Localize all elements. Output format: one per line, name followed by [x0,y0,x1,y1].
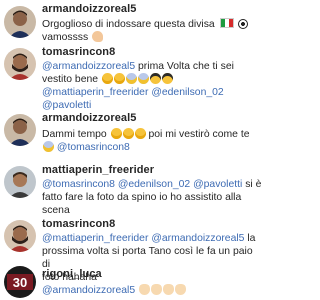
comment-text-line: vamossss [42,32,89,43]
mention-link[interactable]: @mattiaperin_freerider [42,87,148,98]
screaming-emoji [43,141,54,152]
comment-username[interactable]: tomasrincon8 [42,46,115,58]
comment-item: mattiaperin_freerider @tomasrincon8 @ede… [0,160,266,217]
avatar[interactable] [4,6,36,38]
comment-item: armandoizzoreal5 Orgoglioso di indossare… [0,0,266,46]
mention-link[interactable]: @edenilson_02 [118,179,190,190]
muscle-emoji [92,31,104,42]
avatar[interactable]: 30 [4,266,36,298]
comment-username[interactable]: armandoizzoreal5 [42,3,137,15]
comment-username[interactable]: mattiaperin_freerider [42,164,154,176]
comment-text-line: Dammi tempo [42,129,107,140]
comment-text-line: fatto fare la foto da spino io ho assist… [42,192,242,203]
comment-item: armandoizzoreal5 Dammi tempo poi mi vest… [0,110,266,158]
mention-link[interactable]: @armandoizzoreal5 [42,285,135,296]
screaming-emoji [137,73,149,84]
comment-text-line: vestito bene [42,74,99,85]
sunglasses-emoji [149,73,161,84]
clapping-emoji [151,284,163,295]
laughing-emoji [113,73,125,84]
comment-text: Dammi tempo poi mi vestirò come te @toma… [42,128,262,154]
mention-link[interactable]: @armandoizzoreal5 [42,61,135,72]
clapping-emoji [163,284,175,295]
laughing-emoji [110,128,122,139]
comment-item: tomasrincon8 @mattiaperin_freerider @arm… [0,216,266,283]
comment-text-line: si è [245,179,262,190]
soccer-ball-emoji [238,19,249,29]
comment-text-line: poi mi vestirò come te [148,129,250,140]
mention-link[interactable]: @edenilson_02 [151,87,223,98]
laughing-emoji [101,73,113,84]
comment-username[interactable]: rigoni_luca [42,268,102,280]
comment-username[interactable]: armandoizzoreal5 [42,112,137,124]
mention-link[interactable]: @pavoletti [193,179,242,190]
mention-link[interactable]: @tomasrincon8 [42,179,115,190]
comment-username[interactable]: tomasrincon8 [42,218,115,230]
comment-text: @tomasrincon8 @edenilson_02 @pavoletti s… [42,178,262,217]
comment-text: Orgoglioso di indossare questa divisa va… [42,18,262,44]
mention-link[interactable]: @mattiaperin_freerider [42,233,148,244]
laughing-emoji [122,128,134,139]
comment-text-line: Orgoglioso di indossare questa divisa [42,19,215,30]
screaming-emoji [125,73,137,84]
clapping-emoji [175,284,187,295]
comment-item: 30 rigoni_luca @armandoizzoreal5 [0,264,266,300]
mention-link[interactable]: @tomasrincon8 [57,142,130,153]
clapping-emoji [139,284,151,295]
italy-flag-emoji [219,18,234,28]
comment-text-line: la [247,233,256,244]
comment-text: @armandoizzoreal5 prima Volta che ti sei… [42,60,262,112]
comment-text-line: scena [42,205,70,216]
avatar[interactable] [4,48,36,80]
comment-text: @armandoizzoreal5 [42,284,262,297]
comment-text-line: prima Volta che ti sei [138,61,234,72]
avatar[interactable] [4,166,36,198]
comment-feed: armandoizzoreal5 Orgoglioso di indossare… [0,0,266,300]
laughing-emoji [134,128,146,139]
mention-link[interactable]: @armandoizzoreal5 [151,233,244,244]
sunglasses-emoji [161,73,173,84]
comment-item: tomasrincon8 @armandoizzoreal5 prima Vol… [0,46,266,112]
avatar-number: 30 [13,275,27,290]
avatar[interactable] [4,114,36,146]
avatar[interactable] [4,220,36,252]
